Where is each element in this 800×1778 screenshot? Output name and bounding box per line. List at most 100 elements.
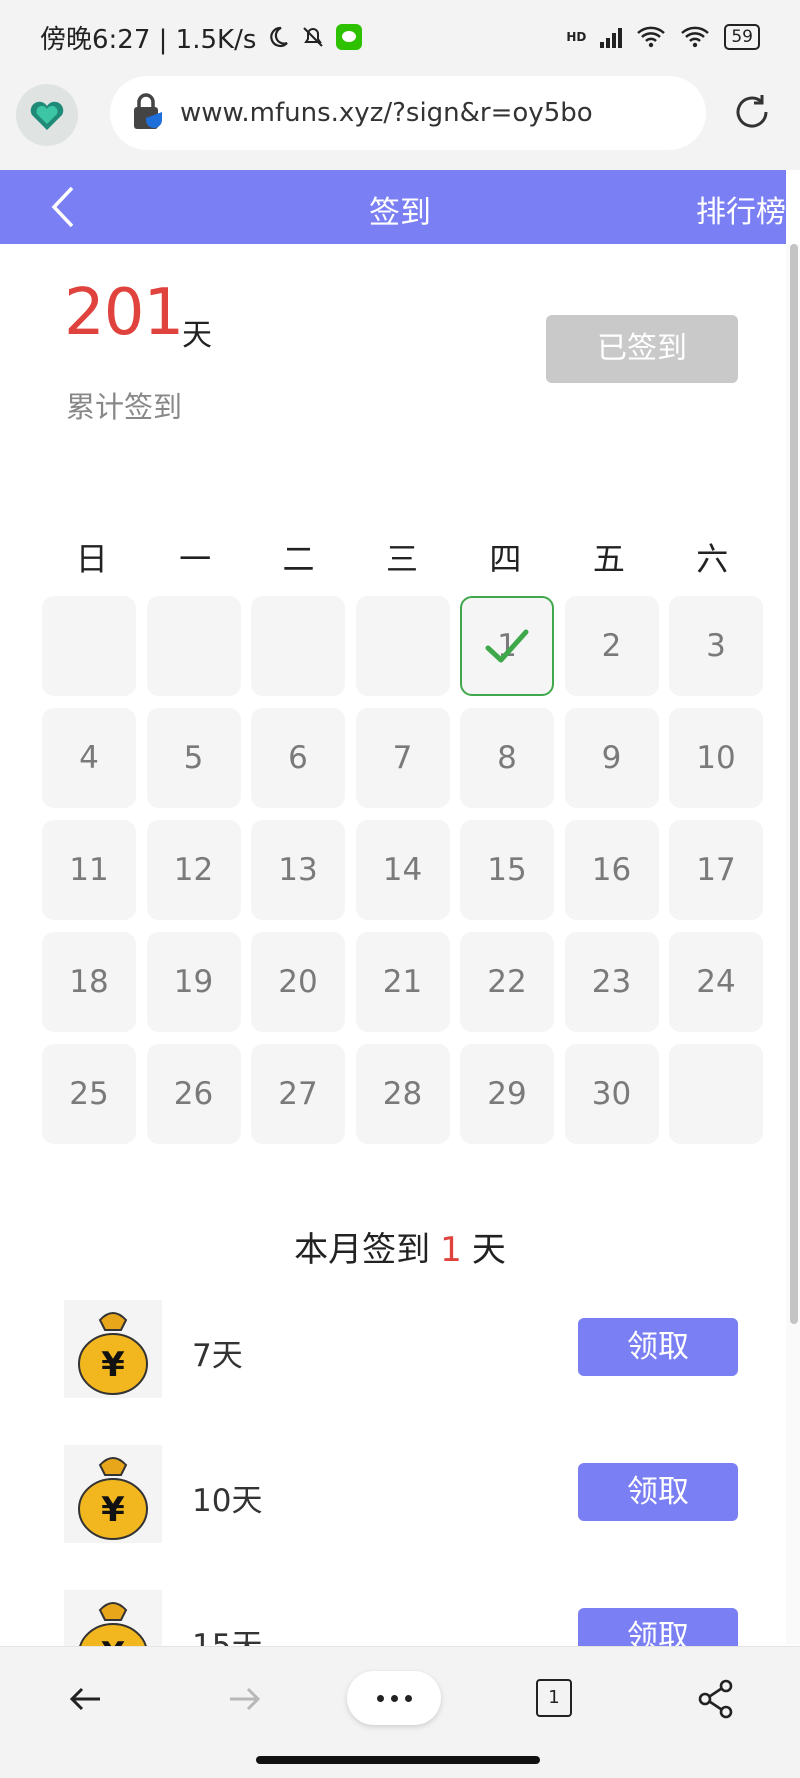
wechat-icon: [336, 24, 363, 50]
hd-label: HD: [566, 30, 587, 44]
calendar-day[interactable]: 27: [251, 1044, 345, 1144]
svg-text:¥: ¥: [101, 1635, 125, 1646]
calendar-day[interactable]: 17: [669, 820, 763, 920]
calendar-day[interactable]: 8: [460, 708, 554, 808]
calendar-day[interactable]: 24: [669, 932, 763, 1032]
wifi-icon-secondary: [681, 26, 710, 48]
calendar-day[interactable]: 28: [355, 1044, 450, 1144]
calendar-day[interactable]: 29: [460, 1044, 554, 1144]
heart-shield-icon: [30, 101, 64, 130]
tabs-switcher-button[interactable]: 1: [536, 1679, 572, 1717]
menu-dot-icon: [376, 1694, 384, 1702]
weekday-wed: 三: [385, 540, 418, 578]
month-summary-suffix: 天: [471, 1230, 506, 1270]
calendar-day-checked[interactable]: 1: [460, 596, 554, 696]
calendar-day[interactable]: 6: [251, 708, 345, 808]
reward-item: ¥ 15天 领取: [64, 1590, 738, 1646]
browser-address-bar: www.mfuns.xyz/?sign&r=oy5bo: [0, 74, 800, 170]
calendar-day[interactable]: 20: [251, 932, 345, 1032]
reward-label: 10天: [192, 1483, 263, 1519]
calendar-day[interactable]: 30: [564, 1044, 659, 1144]
status-left: 傍晚6:27 | 1.5K/s: [40, 19, 363, 56]
browser-bottom-nav: 1: [0, 1646, 800, 1749]
calendar-empty-cell[interactable]: [669, 1044, 763, 1144]
calendar-empty-cell[interactable]: [251, 596, 345, 696]
calendar-day[interactable]: 25: [42, 1044, 136, 1144]
calendar-day[interactable]: 3: [669, 596, 763, 696]
weekday-tue: 二: [282, 540, 315, 578]
status-bar: 傍晚6:27 | 1.5K/s HD 59: [0, 0, 800, 74]
total-days-unit: 天: [182, 318, 212, 353]
back-nav-icon[interactable]: [64, 1677, 108, 1721]
signal-icon: [600, 26, 623, 48]
mute-bell-icon: [303, 27, 324, 47]
calendar-day[interactable]: 4: [42, 708, 136, 808]
checkmark-icon: [485, 629, 529, 663]
money-bag-icon: ¥: [64, 1300, 162, 1398]
weekday-header: 日 一 二 三 四 五 六: [40, 534, 764, 580]
calendar-empty-cell[interactable]: [355, 596, 450, 696]
calendar-day[interactable]: 12: [146, 820, 241, 920]
more-menu-button[interactable]: [347, 1671, 441, 1725]
calendar-grid: 1 2 3 4 5 6 7 8 9 10 11 12 13 14 15 16 17 18 19 20 21 22 23 24 2…: [42, 596, 763, 1144]
weekday-mon: 一: [179, 540, 212, 578]
calendar-day[interactable]: 9: [564, 708, 659, 808]
month-signin-count: 1: [440, 1230, 462, 1270]
month-summary-prefix: 本月签到: [294, 1230, 431, 1270]
calendar-day[interactable]: 7: [355, 708, 450, 808]
reload-icon[interactable]: [730, 90, 774, 134]
calendar-day[interactable]: 26: [146, 1044, 241, 1144]
svg-text:¥: ¥: [101, 1345, 125, 1385]
calendar-empty-cell[interactable]: [42, 596, 136, 696]
weekday-sun: 日: [75, 540, 108, 578]
money-bag-icon: ¥: [64, 1590, 162, 1646]
weekday-thu: 四: [489, 540, 522, 578]
calendar-day[interactable]: 13: [251, 820, 345, 920]
money-bag-icon: ¥: [64, 1445, 162, 1543]
calendar-day[interactable]: 10: [669, 708, 763, 808]
svg-text:¥: ¥: [101, 1490, 125, 1530]
reward-label: 7天: [192, 1338, 243, 1374]
leaderboard-link[interactable]: 排行榜: [696, 187, 786, 231]
url-field[interactable]: www.mfuns.xyz/?sign&r=oy5bo: [110, 76, 706, 150]
calendar-day[interactable]: 2: [564, 596, 659, 696]
wifi-icon: [637, 26, 666, 48]
calendar-empty-cell[interactable]: [146, 596, 241, 696]
claim-button[interactable]: 领取: [578, 1608, 738, 1646]
calendar-day[interactable]: 5: [146, 708, 241, 808]
page-title: 签到: [369, 195, 431, 231]
moon-icon: [270, 26, 289, 48]
claim-button[interactable]: 领取: [578, 1318, 738, 1376]
url-text[interactable]: www.mfuns.xyz/?sign&r=oy5bo: [180, 98, 593, 128]
scrollbar-thumb[interactable]: [790, 244, 798, 1324]
calendar-day[interactable]: 21: [355, 932, 450, 1032]
total-signin-days: 201: [64, 276, 184, 350]
menu-dot-icon: [404, 1694, 412, 1702]
extension-icon[interactable]: [16, 84, 78, 146]
calendar-day[interactable]: 15: [460, 820, 554, 920]
reward-item: ¥ 7天 领取: [64, 1300, 738, 1398]
calendar-day[interactable]: 19: [146, 932, 241, 1032]
weekday-fri: 五: [592, 540, 625, 578]
reward-label: 15天: [192, 1628, 263, 1646]
calendar-day[interactable]: 14: [355, 820, 450, 920]
month-signin-summary: 本月签到 1 天: [0, 1222, 800, 1271]
calendar-day[interactable]: 11: [42, 820, 136, 920]
calendar-day[interactable]: 22: [460, 932, 554, 1032]
secure-lock-icon: [134, 93, 162, 129]
weekday-sat: 六: [696, 540, 729, 578]
share-icon[interactable]: [694, 1677, 738, 1721]
total-signin-label: 累计签到: [66, 390, 183, 424]
signed-in-button[interactable]: 已签到: [546, 315, 738, 383]
status-right: HD 59: [566, 24, 760, 50]
claim-button[interactable]: 领取: [578, 1463, 738, 1521]
menu-dot-icon: [390, 1694, 398, 1702]
battery-indicator: 59: [724, 24, 760, 50]
page-header: 签到 排行榜: [0, 170, 786, 244]
calendar-day[interactable]: 23: [564, 932, 659, 1032]
calendar-day[interactable]: 18: [42, 932, 136, 1032]
status-time: 傍晚6:27 | 1.5K/s: [40, 24, 257, 55]
calendar-day[interactable]: 16: [564, 820, 659, 920]
forward-nav-icon[interactable]: [222, 1677, 266, 1721]
home-indicator[interactable]: [256, 1756, 540, 1764]
